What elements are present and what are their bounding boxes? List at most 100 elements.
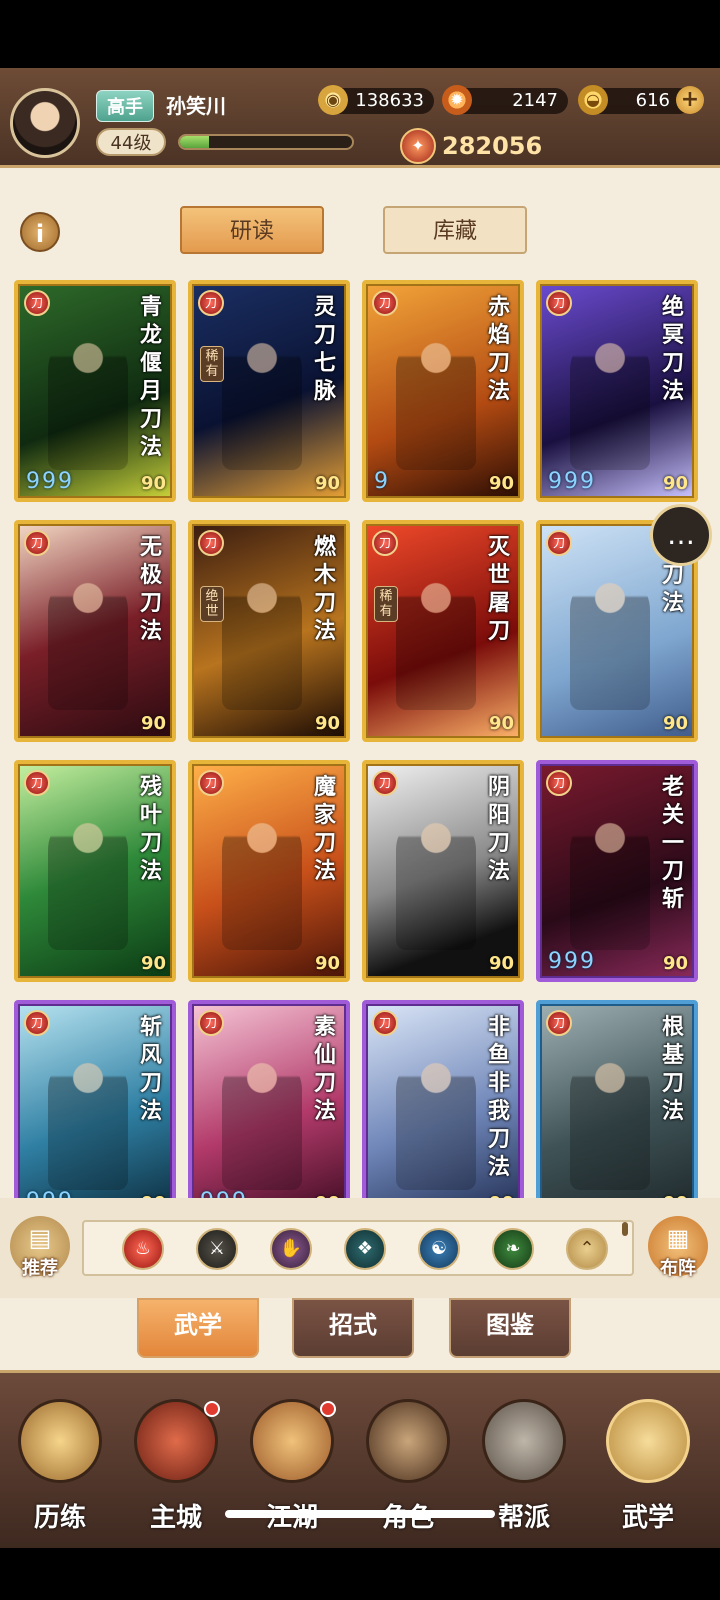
- combat-power-icon: ✦: [400, 128, 436, 164]
- card-name: 灵刀七脉: [313, 295, 336, 404]
- element-water-icon[interactable]: ☯: [418, 1228, 460, 1270]
- card-name: 非鱼非我刀法: [487, 1015, 510, 1180]
- blade-emblem-icon: 刀: [198, 770, 224, 796]
- subtab-martial-arts[interactable]: 武学: [137, 1298, 259, 1358]
- player-name: 孙笑川: [166, 94, 226, 118]
- tab-study[interactable]: 研读: [180, 206, 324, 254]
- tab-storage[interactable]: 库藏: [383, 206, 527, 254]
- blade-emblem-icon: 刀: [198, 1010, 224, 1036]
- card-level: 90: [140, 953, 166, 974]
- nav-training[interactable]: 历练: [10, 1389, 110, 1539]
- coin-value: 138633: [355, 90, 424, 111]
- recommend-label: 推荐: [22, 1258, 58, 1279]
- nav-martial-arts-label: 武学: [621, 1503, 674, 1533]
- skill-card[interactable]: 刀 青龙偃月刀法 999 90: [14, 280, 176, 502]
- subtab-moves[interactable]: 招式: [292, 1298, 414, 1358]
- add-currency-icon[interactable]: +: [676, 86, 704, 114]
- card-artwork: [48, 570, 128, 710]
- card-artwork: [48, 1050, 128, 1190]
- skill-card-grid: 刀青龙偃月刀法 999 90 刀稀有 灵刀七脉 90 刀赤焰刀法 9 90 刀绝冥刀法 999 90 刀…: [14, 280, 704, 1200]
- blade-emblem-icon: 刀: [546, 1010, 572, 1036]
- element-filter-bar: ▤ 推荐 ♨ ⚔ ✋ ❖ ☯ ❧ ⌃ ▦ 布阵: [0, 1198, 720, 1298]
- element-fan-icon[interactable]: ❖: [344, 1228, 386, 1270]
- skill-card[interactable]: 刀稀有 灵刀七脉 90: [188, 280, 350, 502]
- combat-power-value: 282056: [442, 132, 543, 160]
- chat-icon[interactable]: …: [650, 504, 712, 566]
- skill-card[interactable]: 刀斩风刀法99990: [14, 1000, 176, 1200]
- card-stars: 999: [548, 949, 596, 974]
- blade-emblem-icon: 刀: [198, 530, 224, 556]
- card-name: 老关一刀斩: [661, 775, 684, 912]
- leaf-counter: ✹ 2147: [442, 85, 568, 115]
- element-metal-icon[interactable]: ⚔: [196, 1228, 238, 1270]
- card-artwork: [570, 810, 650, 950]
- nav-martial-arts[interactable]: 武学: [598, 1389, 698, 1539]
- card-name: 魔家刀法: [313, 775, 336, 884]
- blade-emblem-icon: 刀: [24, 1010, 50, 1036]
- blade-emblem-icon: 刀: [372, 290, 398, 316]
- rarity-tag: 稀有: [200, 346, 224, 382]
- blade-emblem-icon: 刀: [372, 770, 398, 796]
- card-stars: 999: [548, 469, 596, 494]
- skill-card[interactable]: 刀 残叶刀法 90: [14, 760, 176, 982]
- skill-card[interactable]: 刀 魔家刀法 90: [188, 760, 350, 982]
- player-avatar[interactable]: [10, 88, 80, 158]
- gold-ingot-icon: ◒: [578, 85, 608, 115]
- nav-training-label: 历练: [33, 1503, 86, 1533]
- subtab-codex[interactable]: 图鉴: [449, 1298, 571, 1358]
- skill-card[interactable]: 刀 无极刀法 90: [14, 520, 176, 742]
- recommend-button[interactable]: ▤ 推荐: [10, 1216, 70, 1279]
- exp-fill: [180, 136, 210, 148]
- element-track: ♨ ⚔ ✋ ❖ ☯ ❧ ⌃: [82, 1220, 634, 1276]
- skill-card[interactable]: 刀 绝冥刀法 999 90: [536, 280, 698, 502]
- card-level: 90: [662, 713, 688, 734]
- skill-card[interactable]: 刀非鱼非我刀法90: [362, 1000, 524, 1200]
- card-name: 斩风刀法: [139, 1015, 162, 1124]
- card-name: 残叶刀法: [139, 775, 162, 884]
- card-level: 90: [488, 713, 514, 734]
- card-artwork: [396, 1050, 476, 1190]
- blade-emblem-icon: 刀: [546, 770, 572, 796]
- card-name: 素仙刀法: [313, 1015, 336, 1124]
- card-level: 90: [662, 473, 688, 494]
- coin-icon: ◉: [318, 85, 348, 115]
- skill-card[interactable]: 刀素仙刀法99990: [188, 1000, 350, 1200]
- card-artwork: [396, 330, 476, 470]
- element-claw-icon[interactable]: ✋: [270, 1228, 312, 1270]
- element-fire-icon[interactable]: ♨: [122, 1228, 164, 1270]
- expand-up-icon[interactable]: ⌃: [566, 1228, 608, 1270]
- skill-card[interactable]: 刀 阴阳刀法 90: [362, 760, 524, 982]
- card-name: 青龙偃月刀法: [139, 295, 162, 460]
- card-artwork: [570, 330, 650, 470]
- martial-arts-panel: i 研读 库藏 刀青龙偃月刀法 999 90 刀稀有 灵刀七脉 90 刀赤焰刀法 9 90 刀绝冥…: [0, 168, 720, 1298]
- info-button[interactable]: i: [20, 212, 60, 252]
- skill-card[interactable]: 刀根基刀法90: [536, 1000, 698, 1200]
- sect-icon: [482, 1399, 566, 1483]
- level-pill: 44级: [96, 128, 166, 156]
- skill-card[interactable]: 刀绝世 燃木刀法 90: [188, 520, 350, 742]
- card-artwork: [48, 810, 128, 950]
- game-screen: 高手 孙笑川 44级 ◉ 138633 ✹ 2147 ◒ 616 + ✦ 282…: [0, 0, 720, 1600]
- skill-card[interactable]: 刀 赤焰刀法 9 90: [362, 280, 524, 502]
- card-name: 燃木刀法: [313, 535, 336, 644]
- skill-card[interactable]: 刀 老关一刀斩 999 90: [536, 760, 698, 982]
- home-indicator[interactable]: [225, 1510, 495, 1518]
- ingot-value: 616: [635, 90, 670, 111]
- card-artwork: [222, 330, 302, 470]
- blade-emblem-icon: 刀: [24, 290, 50, 316]
- ingot-counter: ◒ 616 +: [578, 85, 704, 115]
- track-bead-right: [622, 1222, 628, 1236]
- character-icon: [366, 1399, 450, 1483]
- formation-button[interactable]: ▦ 布阵: [648, 1216, 708, 1279]
- notification-dot: [204, 1401, 220, 1417]
- rarity-tag: 绝世: [200, 586, 224, 622]
- element-wood-icon[interactable]: ❧: [492, 1228, 534, 1270]
- blade-emblem-icon: 刀: [198, 290, 224, 316]
- nav-main-city[interactable]: 主城: [126, 1389, 226, 1539]
- card-level: 90: [314, 713, 340, 734]
- maple-leaf-icon: ✹: [442, 85, 472, 115]
- formation-icon: ▦: [666, 1224, 690, 1252]
- skill-card[interactable]: 刀稀有 灭世屠刀 90: [362, 520, 524, 742]
- blade-emblem-icon: 刀: [24, 770, 50, 796]
- card-level: 90: [314, 473, 340, 494]
